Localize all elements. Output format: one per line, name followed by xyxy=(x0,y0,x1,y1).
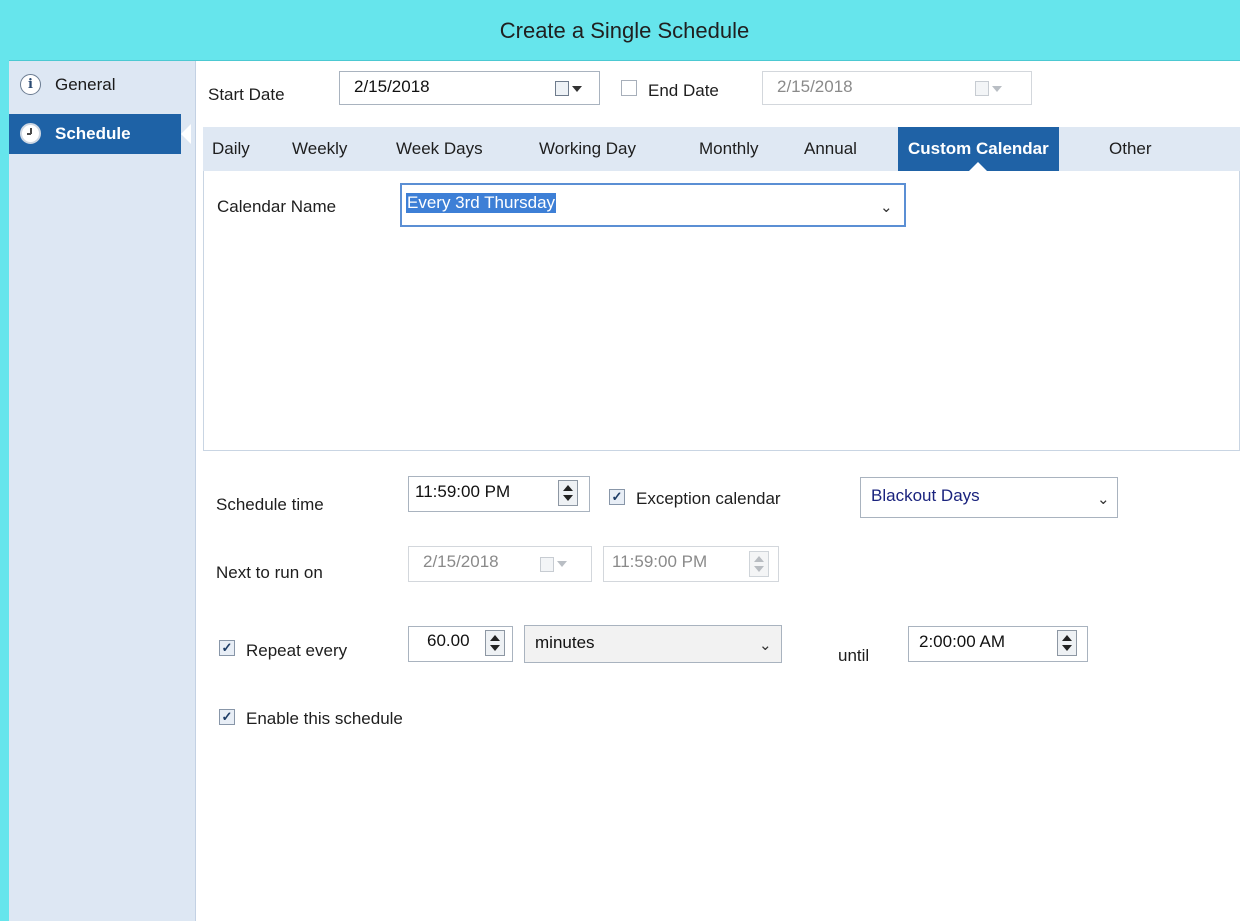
sidebar-item-schedule[interactable]: Schedule xyxy=(9,114,181,154)
repeat-unit-dropdown[interactable]: minutes ⌄ xyxy=(524,625,782,663)
exception-calendar-value: Blackout Days xyxy=(871,486,980,505)
start-date-picker[interactable]: 2/15/2018 xyxy=(339,71,600,105)
repeat-unit-value: minutes xyxy=(535,633,595,652)
repeat-until-value: 2:00:00 AM xyxy=(919,632,1006,651)
calendar-icon xyxy=(540,557,554,572)
schedule-time-label: Schedule time xyxy=(216,495,324,514)
next-run-time-stepper xyxy=(749,551,769,577)
sidebar: i General Schedule xyxy=(9,61,196,921)
calendar-name-dropdown[interactable]: Every 3rd Thursday ⌄ xyxy=(400,183,906,227)
title-bar[interactable]: Create a Single Schedule xyxy=(9,0,1240,61)
calendar-icon[interactable] xyxy=(555,81,569,96)
dropdown-arrow-icon[interactable] xyxy=(572,86,582,92)
exception-calendar-dropdown[interactable]: Blackout Days ⌄ xyxy=(860,477,1118,518)
window-left-edge xyxy=(0,0,9,921)
tab-annual[interactable]: Annual xyxy=(804,127,857,171)
tab-weekly[interactable]: Weekly xyxy=(292,127,347,171)
next-run-date: 2/15/2018 xyxy=(408,546,592,582)
schedule-time-stepper[interactable] xyxy=(558,480,578,506)
end-date-picker[interactable]: 2/15/2018 xyxy=(762,71,1032,105)
tab-monthly[interactable]: Monthly xyxy=(699,127,759,171)
enable-schedule-label: Enable this schedule xyxy=(246,709,403,728)
end-date-checkbox[interactable] xyxy=(621,80,637,96)
next-run-label: Next to run on xyxy=(216,563,323,582)
repeat-interval-input[interactable]: 60.00 xyxy=(408,626,513,662)
next-run-time: 11:59:00 PM xyxy=(603,546,779,582)
repeat-until-input[interactable]: 2:00:00 AM xyxy=(908,626,1088,662)
calendar-name-value: Every 3rd Thursday xyxy=(406,193,557,213)
repeat-every-label: Repeat every xyxy=(246,641,348,660)
schedule-window: Create a Single Schedule i General Sched… xyxy=(0,0,1240,921)
clock-icon xyxy=(20,123,41,144)
active-item-pointer xyxy=(181,124,191,144)
dropdown-arrow-icon xyxy=(557,561,567,567)
chevron-down-icon[interactable]: ⌄ xyxy=(1097,490,1110,508)
next-run-time-value: 11:59:00 PM xyxy=(612,552,708,571)
repeat-interval-stepper[interactable] xyxy=(485,630,505,656)
custom-calendar-panel: Calendar Name Every 3rd Thursday ⌄ xyxy=(203,171,1240,451)
repeat-until-stepper[interactable] xyxy=(1057,630,1077,656)
tab-working-day[interactable]: Working Day xyxy=(539,127,636,171)
tab-other[interactable]: Other xyxy=(1109,127,1152,171)
start-date-value: 2/15/2018 xyxy=(354,77,430,96)
tab-daily[interactable]: Daily xyxy=(212,127,250,171)
repeat-interval-value: 60.00 xyxy=(427,631,470,650)
start-date-label: Start Date xyxy=(208,85,285,104)
sidebar-item-general[interactable]: i General xyxy=(9,65,181,105)
calendar-name-label: Calendar Name xyxy=(217,197,337,216)
info-icon: i xyxy=(20,74,41,95)
tab-custom-calendar[interactable]: Custom Calendar xyxy=(898,127,1059,171)
sidebar-item-label: Schedule xyxy=(55,124,131,143)
schedule-time-value: 11:59:00 PM xyxy=(415,482,511,501)
next-run-date-value: 2/15/2018 xyxy=(423,552,499,571)
until-label: until xyxy=(838,646,870,665)
recurrence-tab-bar: Daily Weekly Week Days Working Day Month… xyxy=(203,127,1240,172)
dropdown-arrow-icon xyxy=(992,86,1002,92)
sidebar-item-label: General xyxy=(55,75,116,94)
calendar-icon xyxy=(975,81,989,96)
exception-calendar-checkbox[interactable]: ✓ xyxy=(609,489,625,505)
repeat-every-checkbox[interactable]: ✓ xyxy=(219,640,235,656)
tab-week-days[interactable]: Week Days xyxy=(396,127,483,171)
schedule-time-input[interactable]: 11:59:00 PM xyxy=(408,476,590,512)
exception-calendar-label: Exception calendar xyxy=(636,489,781,508)
chevron-down-icon[interactable]: ⌄ xyxy=(759,636,772,654)
chevron-down-icon[interactable]: ⌄ xyxy=(880,198,893,216)
enable-schedule-checkbox[interactable]: ✓ xyxy=(219,709,235,725)
end-date-value: 2/15/2018 xyxy=(777,77,853,96)
window-title: Create a Single Schedule xyxy=(499,18,750,43)
end-date-label: End Date xyxy=(648,81,719,100)
